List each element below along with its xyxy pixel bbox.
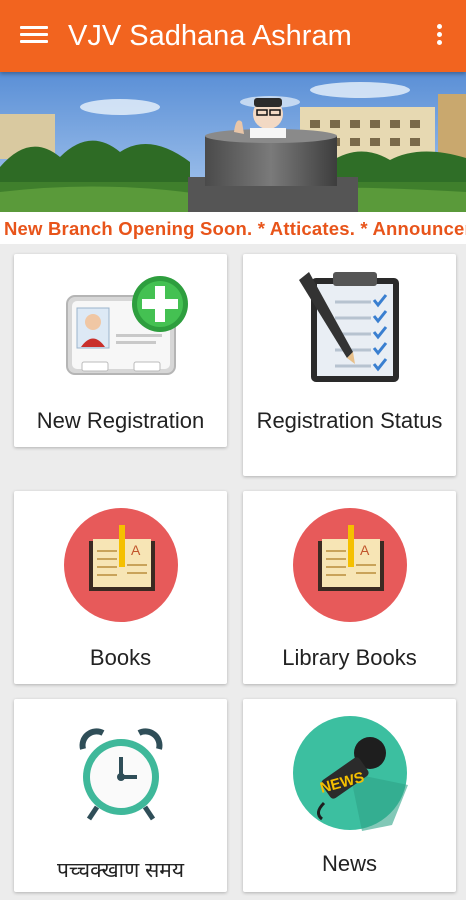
tile-new-registration[interactable]: New Registration [14,254,227,447]
checklist-clipboard-icon [295,268,407,391]
alarm-clock-icon [77,727,165,828]
book-icon: A [63,507,179,628]
tile-label: Library Books [282,645,417,670]
tile-library-books[interactable]: A Library Books [243,491,456,684]
hamburger-menu-icon[interactable] [20,22,48,50]
tile-news[interactable]: NEWS News [243,699,456,892]
tile-label: News [321,851,377,876]
tile-label: Registration Status [256,408,443,433]
tile-label: Books [89,645,152,670]
announcement-ticker: New Branch Opening Soon. * Atticates. * … [0,212,466,244]
tile-label: पच्चक्खाण समय [56,859,185,882]
tile-registration-status[interactable]: Registration Status [243,254,456,476]
ticker-text: New Branch Opening Soon. * Atticates. * … [4,218,466,239]
svg-text:A: A [131,542,141,558]
ashram-banner-image [0,72,466,212]
app-title: VJV Sadhana Ashram [68,20,352,52]
tile-label: New Registration [36,408,205,433]
news-microphone-icon: NEWS [292,715,408,836]
book-icon: A [292,507,408,628]
tile-books[interactable]: A Books [14,491,227,684]
app-bar: VJV Sadhana Ashram [0,0,466,72]
new-registration-icon [64,274,194,389]
more-vert-icon[interactable] [432,22,446,50]
tile-pachchakkhan-samay[interactable]: पच्चक्खाण समय [14,699,227,892]
svg-text:A: A [360,542,370,558]
